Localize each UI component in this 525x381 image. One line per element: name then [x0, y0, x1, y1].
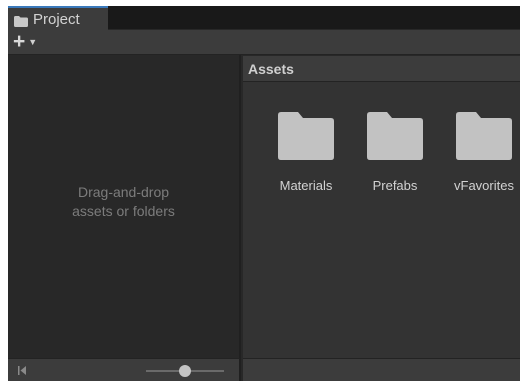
- hint-line-2: assets or folders: [72, 202, 175, 219]
- project-window: Project + ▼ Drag-and-drop assets or fold…: [8, 6, 520, 381]
- tree-footer: [8, 358, 241, 381]
- tab-project[interactable]: Project: [8, 6, 108, 30]
- asset-item-vfavorites[interactable]: vFavorites: [444, 112, 524, 193]
- tab-strip: Project: [8, 6, 520, 30]
- skip-to-start-icon[interactable]: [18, 366, 26, 375]
- create-button[interactable]: + ▼: [13, 30, 43, 53]
- folder-icon: [14, 14, 28, 27]
- asset-item-prefabs[interactable]: Prefabs: [355, 112, 435, 193]
- asset-label: vFavorites: [454, 178, 514, 193]
- folder-tree-pane[interactable]: Drag-and-drop assets or folders: [8, 55, 241, 358]
- assets-footer: [243, 358, 520, 381]
- toolbar: + ▼: [8, 30, 520, 55]
- folder-icon: [278, 112, 334, 160]
- folder-icon: [367, 112, 423, 160]
- slider-thumb[interactable]: [179, 365, 191, 377]
- tab-label: Project: [33, 10, 80, 28]
- assets-title[interactable]: Assets: [248, 61, 294, 77]
- asset-item-materials[interactable]: Materials: [266, 112, 346, 193]
- assets-breadcrumb: Assets: [243, 56, 520, 82]
- asset-label: Prefabs: [372, 178, 418, 193]
- caret-down-icon: ▼: [28, 37, 38, 47]
- drag-drop-hint: Drag-and-drop assets or folders: [72, 183, 175, 221]
- asset-label: Materials: [279, 178, 333, 193]
- folder-icon: [456, 112, 512, 160]
- hint-line-1: Drag-and-drop: [77, 183, 170, 200]
- zoom-slider[interactable]: [146, 364, 224, 378]
- plus-icon: +: [13, 30, 26, 53]
- assets-grid[interactable]: Materials Prefabs vFavorites: [243, 82, 520, 358]
